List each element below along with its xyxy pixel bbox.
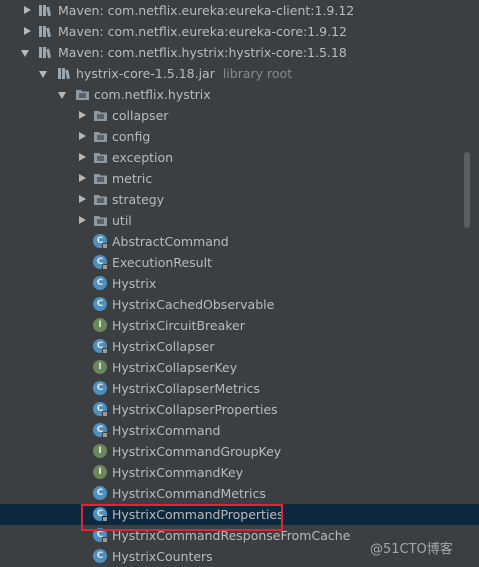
tree-item-class[interactable]: C HystrixCollapserMetrics xyxy=(0,378,479,399)
expand-arrow-icon[interactable] xyxy=(77,126,87,147)
tree-item-package[interactable]: com.netflix.hystrix xyxy=(0,84,479,105)
expand-arrow-icon[interactable] xyxy=(22,0,32,21)
package-icon xyxy=(93,108,108,123)
library-root-note: library root xyxy=(222,66,293,81)
tree-item-eureka-core[interactable]: Maven: com.netflix.eureka:eureka-core:1.… xyxy=(0,21,479,42)
interface-icon: I xyxy=(93,465,108,480)
class-icon: C xyxy=(93,255,108,270)
tree-item-interface[interactable]: I HystrixCommandKey xyxy=(0,462,479,483)
tree-item-label: HystrixCommandMetrics xyxy=(112,486,266,501)
class-icon: C xyxy=(93,486,108,501)
library-icon xyxy=(38,24,53,39)
tree-item-label: util xyxy=(112,213,132,228)
expand-arrow-icon[interactable] xyxy=(77,147,87,168)
tree-item-subpackage[interactable]: metric xyxy=(0,168,479,189)
tree-item-eureka-client[interactable]: Maven: com.netflix.eureka:eureka-client:… xyxy=(0,0,479,21)
tree-item-hystrix-core[interactable]: Maven: com.netflix.hystrix:hystrix-core:… xyxy=(0,42,479,63)
tree-item-label: ExecutionResult xyxy=(112,255,212,270)
tree-item-label: Maven: com.netflix.eureka:eureka-core:1.… xyxy=(58,24,348,39)
tree-item-label: HystrixCollapserProperties xyxy=(112,402,278,417)
tree-item-class[interactable]: C HystrixCollapserProperties xyxy=(0,399,479,420)
tree-item-subpackage[interactable]: strategy xyxy=(0,189,479,210)
tree-item-label: config xyxy=(112,129,151,144)
tree-item-label: HystrixCollapserKey xyxy=(112,360,238,375)
class-icon: C xyxy=(93,381,108,396)
tree-item-label: HystrixCommandGroupKey xyxy=(112,444,282,459)
tree-item-class[interactable]: C HystrixCachedObservable xyxy=(0,294,479,315)
tree-item-label: HystrixCollapserMetrics xyxy=(112,381,260,396)
expand-arrow-icon[interactable] xyxy=(77,168,87,189)
tree-item-label: HystrixCommandKey xyxy=(112,465,244,480)
tree-item-interface[interactable]: I HystrixCollapserKey xyxy=(0,357,479,378)
tree-item-label: exception xyxy=(112,150,174,165)
package-icon xyxy=(75,87,90,102)
tree-item-label: AbstractCommand xyxy=(112,234,229,249)
package-icon xyxy=(93,129,108,144)
class-icon: C xyxy=(93,549,108,564)
interface-icon: I xyxy=(93,360,108,375)
tree-item-label: hystrix-core-1.5.18.jar xyxy=(76,66,215,81)
collapse-arrow-icon[interactable] xyxy=(58,84,68,105)
package-icon xyxy=(93,171,108,186)
class-icon: C xyxy=(93,297,108,312)
package-icon xyxy=(93,150,108,165)
tree-item-label: metric xyxy=(112,171,153,186)
expand-arrow-icon[interactable] xyxy=(22,21,32,42)
expand-arrow-icon[interactable] xyxy=(77,210,87,231)
abstract-class-icon: C xyxy=(93,423,108,438)
project-tree: Maven: com.netflix.eureka:eureka-client:… xyxy=(0,0,479,567)
tree-item-label: collapser xyxy=(112,108,169,123)
tree-item-interface[interactable]: I HystrixCircuitBreaker xyxy=(0,315,479,336)
tree-item-class[interactable]: C HystrixCommandMetrics xyxy=(0,483,479,504)
jar-icon xyxy=(57,66,72,81)
watermark: @51CTO博客 xyxy=(370,542,453,557)
tree-item-class[interactable]: C ExecutionResult xyxy=(0,252,479,273)
vertical-scrollbar[interactable] xyxy=(464,152,470,228)
library-icon xyxy=(38,3,53,18)
tree-item-subpackage[interactable]: util xyxy=(0,210,479,231)
tree-item-interface[interactable]: I HystrixCommandGroupKey xyxy=(0,441,479,462)
collapse-arrow-icon[interactable] xyxy=(21,42,31,63)
package-icon xyxy=(93,213,108,228)
collapse-arrow-icon[interactable] xyxy=(39,63,49,84)
abstract-class-icon: C xyxy=(93,402,108,417)
tree-item-label: com.netflix.hystrix xyxy=(94,87,211,102)
jar-label-group: hystrix-core-1.5.18.jar library root xyxy=(76,63,292,84)
tree-item-label: strategy xyxy=(112,192,165,207)
abstract-class-icon: C xyxy=(93,339,108,354)
package-icon xyxy=(93,192,108,207)
tree-item-subpackage[interactable]: collapser xyxy=(0,105,479,126)
tree-item-label: Maven: com.netflix.eureka:eureka-client:… xyxy=(58,3,355,18)
tree-item-class[interactable]: C HystrixCommand xyxy=(0,420,479,441)
tree-item-label: HystrixCollapser xyxy=(112,339,215,354)
library-icon xyxy=(38,45,53,60)
tree-item-label: Maven: com.netflix.hystrix:hystrix-core:… xyxy=(58,45,347,60)
abstract-class-icon: C xyxy=(93,234,108,249)
tree-item-class[interactable]: C HystrixCollapser xyxy=(0,336,479,357)
tree-item-class[interactable]: C AbstractCommand xyxy=(0,231,479,252)
tree-item-class[interactable]: C Hystrix xyxy=(0,273,479,294)
tree-item-label: HystrixCachedObservable xyxy=(112,297,275,312)
expand-arrow-icon[interactable] xyxy=(77,189,87,210)
interface-icon: I xyxy=(93,318,108,333)
tree-item-subpackage[interactable]: exception xyxy=(0,147,479,168)
highlight-box xyxy=(81,504,283,531)
tree-item-label: HystrixCircuitBreaker xyxy=(112,318,245,333)
tree-item-label: HystrixCommand xyxy=(112,423,221,438)
tree-item-subpackage[interactable]: config xyxy=(0,126,479,147)
interface-icon: I xyxy=(93,444,108,459)
expand-arrow-icon[interactable] xyxy=(77,105,87,126)
tree-item-label: HystrixCounters xyxy=(112,549,213,564)
tree-item-label: Hystrix xyxy=(112,276,157,291)
tree-item-jar[interactable]: hystrix-core-1.5.18.jar library root xyxy=(0,63,479,84)
class-icon: C xyxy=(93,276,108,291)
